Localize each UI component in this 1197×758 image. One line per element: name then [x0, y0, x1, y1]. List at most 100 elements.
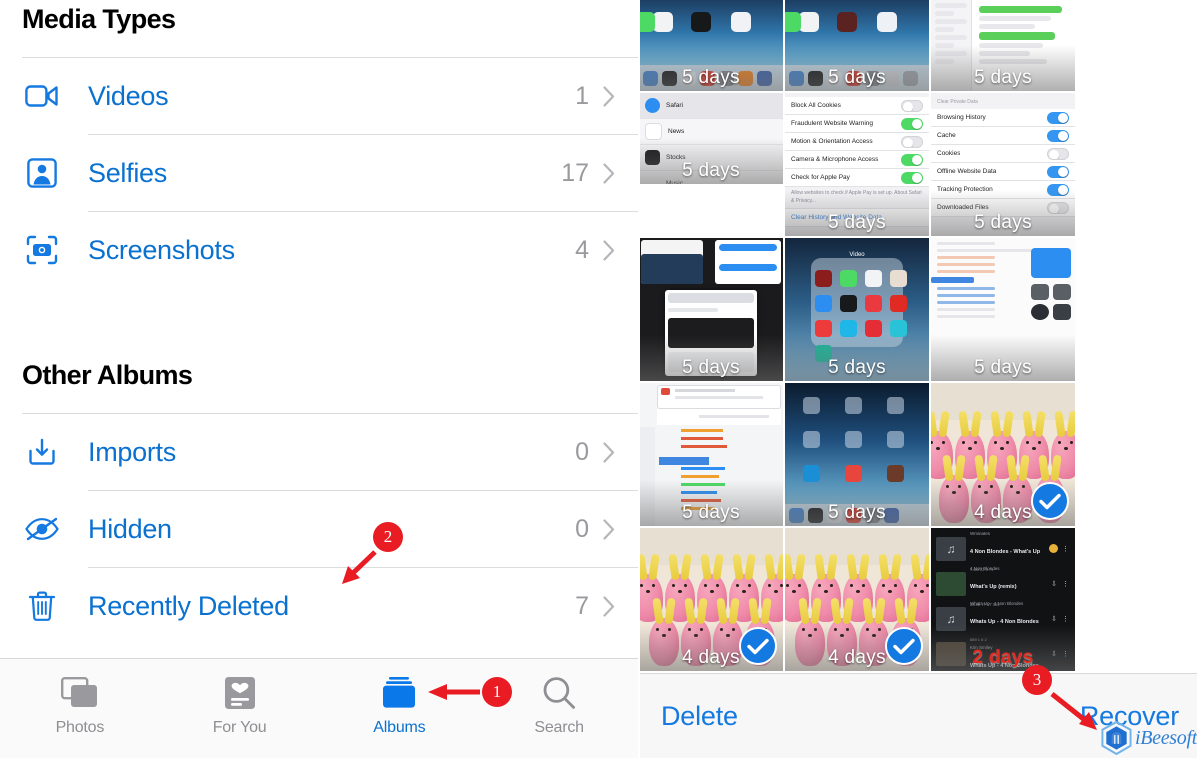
albums-folder-icon — [379, 673, 419, 713]
video-camera-icon — [22, 76, 62, 116]
album-count: 1 — [575, 81, 589, 110]
toggle-switch — [901, 117, 923, 130]
photo-grid: 5 days 5 days 5 days Safari News 5 days … — [639, 0, 1197, 758]
import-download-icon — [22, 432, 62, 472]
chevron-right-icon — [603, 518, 615, 540]
bottom-tab-bar: Photos For You Albums Search — [0, 658, 639, 758]
folder-title: Video — [849, 252, 865, 258]
toggle-switch — [901, 171, 923, 184]
line-1: 4 Non Blondes — [970, 565, 1000, 571]
tab-label: Photos — [55, 719, 105, 736]
photo-thumbnail[interactable]: 5 days — [785, 0, 929, 91]
ibeesoft-logo-icon — [1101, 720, 1132, 756]
chevron-right-icon — [603, 441, 615, 463]
photo-thumbnail[interactable]: 5 days — [639, 0, 783, 91]
delete-button[interactable]: Delete — [661, 701, 738, 732]
photo-thumbnail[interactable]: Clear Private Data Browsing History Cach… — [931, 93, 1075, 236]
setting-row: Motion & Orientation Access — [785, 133, 929, 151]
album-row-imports[interactable]: Imports 0 — [0, 414, 639, 490]
thumbnail-days-left: 5 days — [682, 502, 740, 523]
music-note-icon: ♫ — [936, 536, 966, 561]
photos-stack-icon — [60, 673, 99, 713]
setting-label: Fraudulent Website Warning — [791, 120, 874, 127]
photo-thumbnail[interactable]: 5 days — [639, 383, 783, 526]
photo-thumbnail[interactable]: ♫ Wminates 4 Non Blondes - What's Up 7.6… — [931, 528, 1075, 671]
album-row-videos[interactable]: Videos 1 — [0, 58, 639, 134]
setting-row: Cache — [931, 127, 1075, 145]
tab-label: Search — [534, 719, 584, 736]
line-2: 4 Non Blondes - What's Up — [970, 548, 1041, 555]
setting-row: Camera & Microphone Access — [785, 151, 929, 169]
album-label: Screenshots — [88, 234, 235, 265]
setting-label: Block All Cookies — [791, 102, 841, 109]
thumbnail-days-left: 5 days — [682, 160, 740, 181]
download-icon: ⇩ — [1051, 580, 1058, 588]
setting-row: Check for Apple Pay — [785, 169, 929, 187]
tab-albums[interactable]: Albums — [320, 659, 480, 758]
line-1: Wminates — [970, 530, 991, 536]
more-icon: ⋮ — [1062, 580, 1070, 588]
toggle-switch — [901, 135, 923, 148]
photo-thumbnail[interactable]: 5 days — [931, 0, 1075, 91]
section-other-albums: Other Albums Imports 0 Hidden 0 Recently… — [0, 360, 639, 644]
toggle-switch — [901, 99, 923, 112]
thumbnail-image — [936, 571, 966, 596]
thumbnail-days-left: 5 days — [828, 67, 886, 88]
more-icon: ⋮ — [1062, 545, 1070, 553]
tab-label: For You — [212, 719, 267, 736]
tab-for-you[interactable]: For You — [160, 659, 320, 758]
recently-deleted-panel: 5 days 5 days 5 days Safari News 5 days … — [639, 0, 1197, 758]
album-label: Recently Deleted — [88, 590, 289, 621]
thumbnail-days-left: 5 days — [974, 212, 1032, 233]
hidden-eye-slash-icon — [22, 509, 62, 549]
album-label: Videos — [88, 80, 169, 111]
setting-row: Offline Website Data — [931, 163, 1075, 181]
setting-label: Offline Website Data — [937, 168, 997, 175]
selection-checkmark-icon[interactable] — [739, 627, 777, 665]
photo-thumbnail[interactable]: Block All Cookies Fraudulent Website War… — [785, 93, 929, 236]
toggle-switch — [901, 153, 923, 166]
toggle-switch — [1047, 165, 1069, 178]
photo-thumbnail[interactable]: 4 days — [639, 528, 783, 671]
album-label: Hidden — [88, 513, 172, 544]
album-count: 7 — [575, 591, 589, 620]
album-count: 0 — [575, 514, 589, 543]
thumbnail-days-left: 2 days — [972, 647, 1034, 668]
album-label: Imports — [88, 436, 176, 467]
album-row-recently-deleted[interactable]: Recently Deleted 7 — [0, 568, 639, 644]
setting-row: Fraudulent Website Warning — [785, 115, 929, 133]
chevron-right-icon — [603, 239, 615, 261]
setting-row: Cookies — [931, 145, 1075, 163]
setting-label: Browsing History — [937, 114, 986, 121]
photo-thumbnail[interactable]: 4 days — [931, 383, 1075, 526]
tab-label: Albums — [373, 719, 426, 736]
photo-thumbnail[interactable]: Safari News Stocks Music — [639, 93, 783, 184]
photo-thumbnail[interactable]: 4 days — [785, 528, 929, 671]
setting-row: Block All Cookies — [785, 97, 929, 115]
settings-header: Clear Private Data — [937, 99, 978, 105]
thumbnail-days-left: 5 days — [828, 357, 886, 378]
tab-photos[interactable]: Photos — [0, 659, 160, 758]
line-2: What's Up (remix) — [970, 583, 1017, 590]
album-row-hidden[interactable]: Hidden 0 — [0, 491, 639, 567]
album-row-selfies[interactable]: Selfies 17 — [0, 135, 639, 211]
watermark-brand: iBeesoft — [1134, 726, 1197, 749]
toggle-switch — [1047, 111, 1069, 124]
thumbnail-days-left: 5 days — [974, 67, 1032, 88]
thumbnail-days-left: 5 days — [974, 357, 1032, 378]
chevron-right-icon — [603, 595, 615, 617]
screenshot-root: Media Types Videos 1 Selfies 17 Screensh… — [0, 0, 1197, 758]
tab-search[interactable]: Search — [479, 659, 639, 758]
selection-checkmark-icon[interactable] — [885, 627, 923, 665]
screenshot-icon — [22, 230, 62, 270]
selfie-portrait-icon — [22, 153, 62, 193]
photo-thumbnail[interactable]: Video 5 days — [785, 238, 929, 381]
photo-thumbnail[interactable]: 5 days — [931, 238, 1075, 381]
selection-checkmark-icon[interactable] — [1031, 482, 1069, 520]
toggle-switch — [1047, 147, 1069, 160]
photo-thumbnail[interactable]: 5 days — [785, 383, 929, 526]
album-row-screenshots[interactable]: Screenshots 4 — [0, 212, 639, 288]
line-2: Whats Up - 4 Non Blondes — [970, 618, 1039, 625]
safari-icon — [645, 98, 660, 113]
photo-thumbnail[interactable]: 5 days — [639, 238, 783, 381]
